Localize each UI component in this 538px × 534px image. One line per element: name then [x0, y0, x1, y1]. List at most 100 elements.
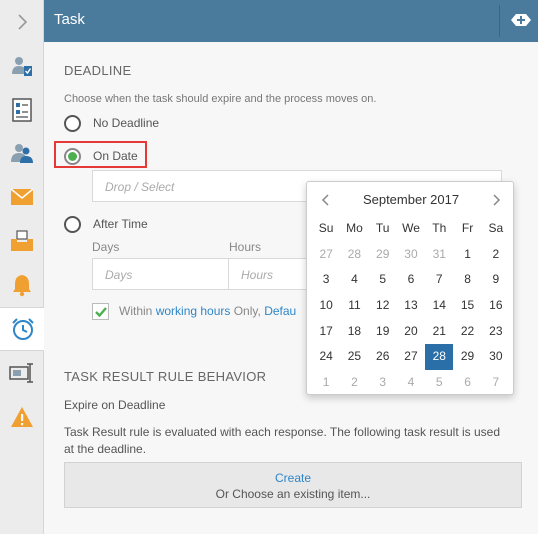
calendar-day[interactable]: 4	[340, 267, 368, 293]
radio-circle[interactable]	[64, 215, 81, 233]
result-description-line1: Task Result rule is evaluated with each …	[64, 425, 501, 439]
calendar-day[interactable]: 25	[340, 344, 368, 370]
working-hours-checkbox[interactable]	[92, 303, 109, 320]
choose-existing-link[interactable]: Or Choose an existing item...	[65, 487, 521, 501]
calendar-day[interactable]: 11	[340, 293, 368, 319]
warning-icon	[11, 407, 33, 427]
calendar-day[interactable]: 2	[340, 370, 368, 396]
radio-label: After Time	[93, 217, 148, 231]
chevron-right-icon	[18, 14, 28, 30]
participants-tab[interactable]	[0, 44, 44, 88]
calendar-day[interactable]: 1	[453, 242, 481, 268]
form-tab[interactable]	[0, 88, 44, 132]
calendar-week-row: 3456789	[312, 267, 510, 293]
calendar-day[interactable]: 12	[369, 293, 397, 319]
calendar-day[interactable]: 5	[369, 267, 397, 293]
weekday-label: Mo	[346, 221, 363, 235]
calendar-week-row: 10 11 12 13 14 15 16	[312, 293, 510, 319]
default-calendar-link[interactable]: Defau	[264, 304, 296, 318]
notifications-tab[interactable]	[0, 263, 44, 307]
calendar-day[interactable]: 28	[340, 242, 368, 268]
calendar-day[interactable]: 26	[369, 344, 397, 370]
radio-label: No Deadline	[93, 116, 160, 130]
calendar-day[interactable]: 21	[425, 319, 453, 345]
email-icon	[10, 188, 34, 205]
expand-panel-icon[interactable]	[510, 12, 532, 28]
calendar-week-row: 24 25 26 27 28 29 30	[312, 344, 510, 371]
calendar-day[interactable]: 27	[397, 344, 425, 370]
days-placeholder: Days	[105, 268, 133, 282]
text-field-tab[interactable]	[0, 351, 44, 395]
working-hours-link[interactable]: working hours	[156, 304, 231, 318]
calendar-day[interactable]: 30	[397, 242, 425, 268]
calendar-day[interactable]: 7	[482, 370, 510, 396]
days-input[interactable]: Days	[92, 258, 229, 290]
date-picker-popup: September 2017 Su Mo Tu We Th Fr Sa 27 28 29 30 31 1…	[306, 181, 514, 395]
form-icon	[12, 98, 32, 122]
calendar-week-row: 17 18 19 20 21 22 23	[312, 319, 510, 345]
calendar-day-selected[interactable]: 28	[425, 344, 454, 371]
calendar-day[interactable]: 4	[397, 370, 425, 396]
users-tab[interactable]	[0, 131, 44, 175]
calendar-day[interactable]: 7	[425, 267, 453, 293]
calendar-day[interactable]: 3	[369, 370, 397, 396]
weekday-label: Tu	[375, 221, 390, 235]
working-prefix: Within	[119, 304, 156, 318]
result-section-title: TASK RESULT RULE BEHAVIOR	[64, 369, 267, 384]
calendar-day[interactable]: 18	[340, 319, 368, 345]
calendar-day[interactable]: 23	[482, 319, 510, 345]
calendar-day[interactable]: 29	[453, 344, 481, 370]
calendar-week-row: 27 28 29 30 31 1 2	[312, 242, 510, 268]
bell-icon	[13, 275, 31, 297]
calendar-day[interactable]: 20	[397, 319, 425, 345]
next-month-button[interactable]	[487, 190, 507, 210]
calendar-day[interactable]: 1	[312, 370, 340, 396]
calendar-day[interactable]: 13	[397, 293, 425, 319]
hours-input[interactable]: Hours	[228, 258, 308, 290]
calendar-day[interactable]: 19	[369, 319, 397, 345]
calendar-day[interactable]: 31	[425, 242, 453, 268]
deadline-tab[interactable]	[0, 307, 45, 351]
radio-label: On Date	[93, 149, 138, 163]
calendar-day[interactable]: 29	[369, 242, 397, 268]
calendar-day[interactable]: 27	[312, 242, 340, 268]
date-placeholder: Drop / Select	[105, 180, 175, 194]
chevron-left-icon	[321, 194, 329, 206]
hours-label: Hours	[229, 240, 262, 254]
calendar-grid: Su Mo Tu We Th Fr Sa 27 28 29 30 31 1 2 3 4 5 6 7 8 9 10 11 12 1…	[312, 216, 510, 396]
escalation-tab[interactable]	[0, 395, 44, 439]
calendar-day[interactable]: 5	[425, 370, 453, 396]
deadline-section-title: DEADLINE	[64, 63, 132, 78]
create-link[interactable]: Create	[65, 471, 521, 485]
page-title: Task	[54, 11, 85, 28]
calendar-day[interactable]: 10	[312, 293, 340, 319]
collapse-button[interactable]	[0, 0, 44, 44]
calendar-day[interactable]: 6	[453, 370, 481, 396]
radio-after-time[interactable]: After Time	[64, 213, 148, 235]
calendar-day[interactable]: 30	[482, 344, 510, 370]
prev-month-button[interactable]	[315, 190, 335, 210]
calendar-day[interactable]: 2	[482, 242, 510, 268]
text-field-icon	[9, 363, 33, 383]
radio-on-date[interactable]: On Date	[64, 145, 138, 167]
calendar-day[interactable]: 14	[425, 293, 453, 319]
radio-no-deadline[interactable]: No Deadline	[64, 112, 159, 134]
calendar-day[interactable]: 24	[312, 344, 340, 370]
radio-circle[interactable]	[64, 114, 81, 132]
calendar-day[interactable]: 6	[397, 267, 425, 293]
calendar-day[interactable]: 3	[312, 267, 340, 293]
radio-circle-checked[interactable]	[64, 147, 81, 165]
calendar-day[interactable]: 15	[453, 293, 481, 319]
calendar-week-row: 1234567	[312, 370, 510, 396]
hours-placeholder: Hours	[241, 268, 274, 282]
alarm-clock-icon	[11, 318, 34, 340]
calendar-day[interactable]: 16	[482, 293, 510, 319]
inbox-tab[interactable]	[0, 219, 44, 263]
working-mid: Only,	[230, 304, 265, 318]
panel-header: Task	[44, 0, 538, 42]
calendar-day[interactable]: 9	[482, 267, 510, 293]
email-tab[interactable]	[0, 175, 44, 219]
calendar-day[interactable]: 8	[453, 267, 481, 293]
calendar-day[interactable]: 17	[312, 319, 340, 345]
calendar-day[interactable]: 22	[453, 319, 481, 345]
